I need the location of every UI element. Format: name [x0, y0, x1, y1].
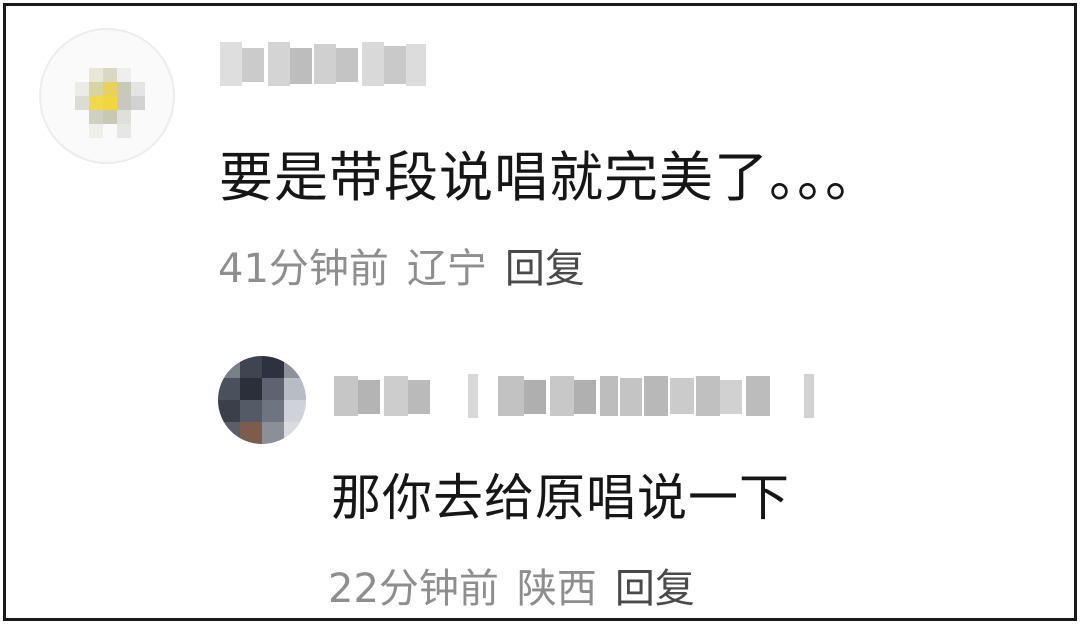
comment-meta: 22分钟前 陕西 回复: [328, 556, 695, 614]
comment-text: 要是带段说唱就完美了。。。: [219, 146, 880, 209]
username-blurred[interactable]: [328, 366, 828, 426]
reply-button[interactable]: 回复: [615, 566, 695, 612]
comment-time: 41分钟前: [218, 246, 389, 292]
comment-screenshot-frame: 要是带段说唱就完美了。。。 41分钟前 辽宁 回复 那你去给原唱说一下 22分钟…: [3, 3, 1077, 621]
comment-location: 辽宁: [406, 246, 487, 292]
comment-time: 22分钟前: [328, 566, 499, 612]
comment-meta: 41分钟前 辽宁 回复: [218, 236, 585, 294]
comment-text: 那你去给原唱说一下: [331, 469, 790, 527]
avatar-pixelated-icon: [218, 356, 306, 444]
comment-location: 陕西: [516, 566, 597, 612]
user-avatar[interactable]: [39, 28, 175, 164]
username-blurred[interactable]: [216, 34, 436, 94]
reply-button[interactable]: 回复: [505, 246, 585, 292]
avatar-pixelated-icon: [75, 68, 145, 138]
user-avatar[interactable]: [218, 356, 306, 444]
